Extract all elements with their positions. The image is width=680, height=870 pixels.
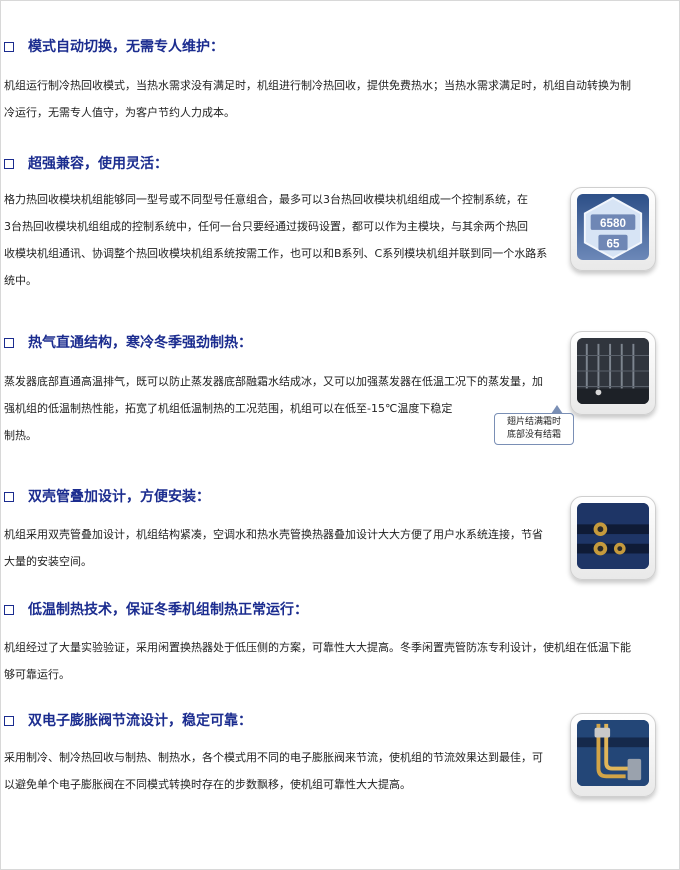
badge-number-bottom: 65 (607, 237, 620, 250)
section-1-heading: 模式自动切换，无需专人维护： (4, 37, 224, 57)
checkbox-square-icon (4, 42, 14, 52)
checkbox-square-icon (4, 605, 14, 615)
checkbox-square-icon (4, 716, 14, 726)
checkbox-square-icon (4, 159, 14, 169)
text-line: 收模块机组通讯、协调整个热回收模块机组系统按需工作，也可以和B系列、C系列模块机… (4, 247, 548, 260)
text-line: 以避免单个电子膨胀阀在不同模式转换时存在的步数飘移，使机组可靠性大大提高。 (4, 778, 411, 791)
badge-number-top: 6580 (600, 217, 626, 230)
section-3-title: 热气直通结构，寒冷冬季强劲制热： (28, 335, 252, 351)
text-line: 蒸发器底部直通高温排气，既可以防止蒸发器底部融霜水结成冰，又可以加强蒸发器在低温… (4, 375, 543, 388)
section-4-title: 双壳管叠加设计，方便安装： (28, 489, 210, 505)
text-line: 采用制冷、制冷热回收与制热、制热水，各个模式用不同的电子膨胀阀来节流，使机组的节… (4, 751, 543, 764)
section-3-body: 蒸发器底部直通高温排气，既可以防止蒸发器底部融霜水结成冰，又可以加强蒸发器在低温… (4, 368, 564, 449)
section-3-heading: 热气直通结构，寒冷冬季强劲制热： (4, 333, 252, 353)
section-5-title: 低温制热技术，保证冬季机组制热正常运行： (28, 602, 308, 618)
text-line: 格力热回收模块机组能够同一型号或不同型号任意组合，最多可以3台热回收模块机组组成… (4, 193, 528, 206)
checkbox-square-icon (4, 338, 14, 348)
section-1-title: 模式自动切换，无需专人维护： (28, 39, 224, 55)
callout-line: 底部没有结霜 (506, 430, 561, 440)
text-line: 冷运行，无需专人值守，为客户节约人力成本。 (4, 106, 235, 119)
frosted-fin-thumbnail (570, 331, 656, 415)
shell-tube-exchanger-icon (577, 503, 649, 569)
callout-line: 翅片结满霜时 (506, 417, 561, 427)
section-6-title: 双电子膨胀阀节流设计，稳定可靠： (28, 713, 252, 729)
text-line: 机组运行制冷热回收模式，当热水需求没有满足时，机组进行制冷热回收，提供免费热水；… (4, 79, 631, 92)
section-4-heading: 双壳管叠加设计，方便安装： (4, 487, 210, 507)
text-line: 统中。 (4, 274, 37, 287)
checkbox-square-icon (4, 492, 14, 502)
evaporator-fin-icon (577, 338, 649, 404)
text-line: 3台热回收模块机组组成的控制系统中，任何一台只要经通过拨码设置，都可以作为主模块… (4, 220, 528, 233)
section-2-heading: 超强兼容，使用灵活： (4, 154, 168, 174)
expansion-valve-thumbnail (570, 713, 656, 797)
section-6-body: 采用制冷、制冷热回收与制热、制热水，各个模式用不同的电子膨胀阀来节流，使机组的节… (4, 744, 564, 798)
section-5-heading: 低温制热技术，保证冬季机组制热正常运行： (4, 600, 308, 620)
section-5-body: 机组经过了大量实验验证，采用闲置换热器处于低压侧的方案，可靠性大大提高。冬季闲置… (4, 634, 674, 688)
text-line: 够可靠运行。 (4, 668, 70, 681)
section-2-title: 超强兼容，使用灵活： (28, 156, 168, 172)
expansion-valve-icon (577, 720, 649, 786)
shell-tube-thumbnail (570, 496, 656, 580)
section-6-heading: 双电子膨胀阀节流设计，稳定可靠： (4, 711, 252, 731)
section-1-body: 机组运行制冷热回收模式，当热水需求没有满足时，机组进行制冷热回收，提供免费热水；… (4, 72, 654, 126)
hexagon-badge-icon: 6580 65 (583, 196, 643, 260)
text-line: 机组经过了大量实验验证，采用闲置换热器处于低压侧的方案，可靠性大大提高。冬季闲置… (4, 641, 631, 654)
model-badge-thumbnail: 6580 65 (570, 187, 656, 271)
text-line: 大量的安装空间。 (4, 555, 92, 568)
text-line: 制热。 (4, 429, 37, 442)
section-4-body: 机组采用双壳管叠加设计，机组结构紧凑，空调水和热水壳管换热器叠加设计大大方便了用… (4, 521, 564, 575)
text-line: 强机组的低温制热性能，拓宽了机组低温制热的工况范围，机组可以在低至-15℃温度下… (4, 402, 453, 415)
text-line: 机组采用双壳管叠加设计，机组结构紧凑，空调水和热水壳管换热器叠加设计大大方便了用… (4, 528, 543, 541)
section-2-body: 格力热回收模块机组能够同一型号或不同型号任意组合，最多可以3台热回收模块机组组成… (4, 186, 564, 294)
frost-callout: 翅片结满霜时 底部没有结霜 (494, 405, 574, 445)
